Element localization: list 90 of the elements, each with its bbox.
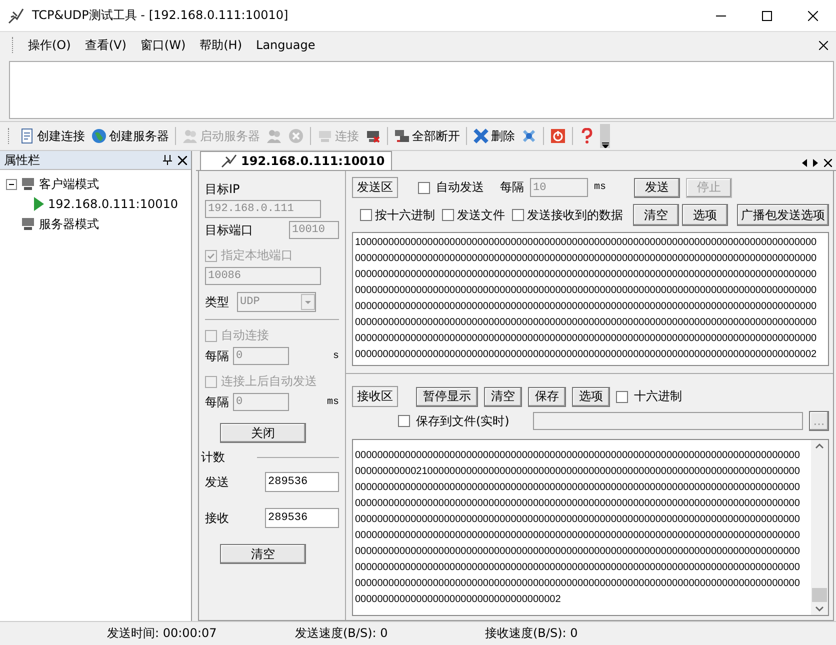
computer-x-icon[interactable] (365, 128, 381, 144)
checkbox[interactable] (418, 182, 430, 194)
option-button[interactable]: 清空 (633, 204, 679, 226)
field-label: 每隔 (500, 179, 524, 196)
play-icon (34, 197, 44, 211)
collapse-icon[interactable] (6, 178, 17, 190)
scroll-up-icon[interactable] (815, 443, 824, 449)
tree-item[interactable]: 192.168.0.111:10010 (48, 197, 178, 211)
checkbox-label: 保存到文件(实时) (416, 412, 510, 430)
field-label: 目标端口 (205, 222, 254, 238)
window-title: TCP&UDP测试工具 - [192.168.0.111:10010] (32, 7, 290, 24)
panel-title: 属性栏 (4, 152, 41, 168)
x-icon (473, 128, 489, 144)
status-text: 接收速度(B/S): 0 (485, 624, 579, 642)
broadcast-options-button[interactable]: 广播包发送选项 (737, 204, 829, 226)
checkbox[interactable] (360, 209, 372, 221)
scroll-right-icon[interactable] (813, 159, 818, 167)
unit-label: s (332, 350, 339, 362)
caret-icon (602, 142, 608, 148)
tab[interactable]: 192.168.0.111:10010 (200, 151, 392, 170)
scrollbar-thumb[interactable] (812, 588, 827, 602)
section-label: 接收区 (352, 386, 398, 407)
clear-button[interactable]: 清空 (220, 544, 306, 564)
app-icon (221, 154, 237, 168)
checkbox-label: 发送文件 (457, 206, 505, 224)
section-label: 发送区 (352, 177, 398, 198)
section-title: 计数 (201, 449, 225, 466)
menu-item[interactable]: 操作(O) (22, 34, 77, 56)
checkbox-label: 指定本地端口 (221, 247, 293, 264)
checkbox-label: 按十六进制 (375, 206, 435, 224)
file-path-field[interactable] (533, 412, 803, 430)
toolbar-button[interactable]: 全部断开 (391, 126, 463, 146)
count-field[interactable]: 289536 (265, 472, 339, 492)
field-label: 每隔 (205, 394, 229, 410)
menu-item[interactable]: 窗口(W) (134, 34, 192, 56)
tree-item[interactable]: 服务器模式 (39, 216, 99, 232)
pin-icon[interactable] (163, 155, 172, 165)
field-label: 每隔 (205, 348, 229, 364)
send-text-area[interactable]: 10000000000000000000000000000000000000000000000000000000000000000000000000000000000 00000000000000000000000000000000000000000000000000000000000000000000000000000000000 00000000000000000000000000000000000000000000000000000000000000000000000000000000000 00000000000000000000000000000000000000000000000000000000000000000000000000000000000 00000000000000000000000000000000000000000000000000000000000000000000000000000000000 00000000000000000000000000000000000000000000000000000000000000000000000000000000000 00000000000000000000000000000000000000000000000000000000000000000000000000000000000 00000000000000000000000000000000000000000000000000000000000000000000000000000000002 (352, 232, 829, 366)
people-icon (182, 128, 198, 144)
status-text: 发送速度(B/S): 0 (295, 624, 389, 642)
tree-item[interactable]: 客户端模式 (39, 176, 99, 192)
checkbox[interactable] (442, 209, 454, 221)
scroll-left-icon[interactable] (802, 159, 807, 167)
toolbar-button[interactable]: 创建连接 (16, 126, 88, 146)
close-icon[interactable] (824, 159, 832, 167)
checkbox-label: 连接上后自动发送 (221, 373, 317, 390)
scroll-down-icon[interactable] (815, 606, 824, 612)
app-icon (8, 8, 24, 24)
checkbox-label: 自动发送 (436, 179, 484, 196)
menu-item[interactable]: 查看(V) (78, 34, 132, 56)
close-icon[interactable] (178, 156, 187, 164)
document-icon (19, 128, 35, 144)
receive-button[interactable]: 保存 (528, 386, 566, 406)
checkbox-label: 自动连接 (221, 327, 269, 344)
option-button[interactable]: 选项 (682, 204, 728, 226)
unit-label: ms (594, 182, 608, 193)
close-connection-button[interactable]: 关闭 (220, 423, 306, 443)
computers-icon (394, 128, 410, 144)
receive-button[interactable]: 选项 (572, 386, 610, 406)
field-label: 接收 (205, 510, 229, 526)
field-label: 目标IP (205, 181, 241, 198)
checkbox-label: 发送接收到的数据 (527, 206, 623, 224)
computer-icon (317, 128, 333, 144)
send-button[interactable]: 发送 (634, 178, 680, 198)
computer-icon (21, 178, 35, 190)
field-label: 发送 (205, 474, 229, 490)
field-label: 类型 (205, 294, 229, 310)
close-icon[interactable] (819, 40, 828, 50)
toolbar-button[interactable]: 删除 (470, 126, 518, 146)
receive-button[interactable]: 清空 (484, 386, 522, 406)
count-field[interactable]: 289536 (265, 508, 339, 528)
checkbox[interactable] (616, 390, 628, 402)
checkbox[interactable] (512, 209, 524, 221)
computer-icon (21, 218, 35, 230)
overflow-button[interactable] (600, 124, 610, 148)
status-text: 发送时间: 00:00:07 (107, 624, 218, 642)
power-icon[interactable] (550, 128, 566, 144)
checkbox-label: 十六进制 (634, 388, 682, 405)
menu-item[interactable]: Language (250, 36, 322, 54)
menu-item[interactable]: 帮助(H) (194, 34, 248, 56)
maximize-icon[interactable] (762, 10, 772, 20)
toolbar-button[interactable]: 创建服务器 (88, 126, 172, 146)
help-icon[interactable] (579, 128, 595, 144)
globe-icon (91, 128, 107, 144)
unit-label: ms (326, 396, 339, 408)
receive-button[interactable]: 暂停显示 (416, 386, 478, 406)
close-icon[interactable] (808, 10, 818, 20)
scrollbar[interactable] (811, 440, 828, 615)
checkbox[interactable] (398, 415, 410, 427)
